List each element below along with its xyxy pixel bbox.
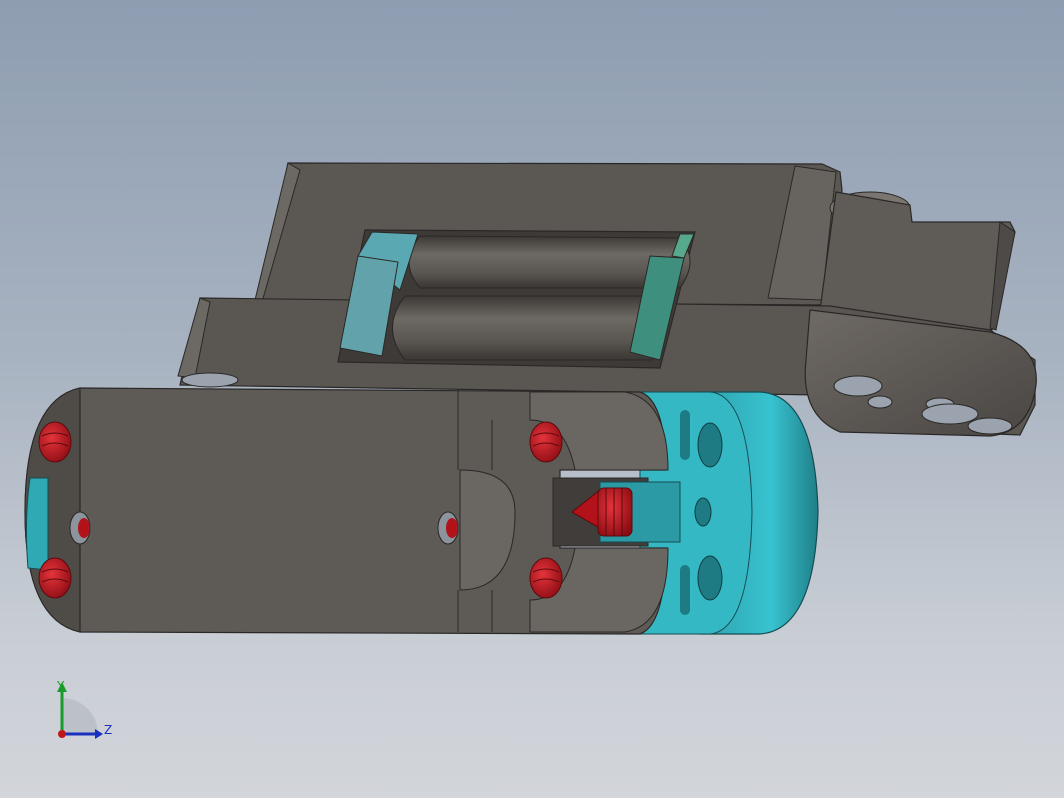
assembly-model[interactable]: [0, 0, 1064, 798]
screw-head[interactable]: [529, 421, 563, 463]
screw-head[interactable]: [529, 557, 563, 599]
cad-viewport[interactable]: Y Z: [0, 0, 1064, 798]
screw-head[interactable]: [38, 421, 72, 463]
triad-y-label: Y: [56, 679, 65, 693]
screw-head[interactable]: [446, 518, 458, 538]
screw-head[interactable]: [38, 557, 72, 599]
orientation-triad[interactable]: Y Z: [40, 676, 120, 756]
actuator-body[interactable]: [24, 387, 819, 635]
screw-head[interactable]: [78, 518, 90, 538]
triad-z-label: Z: [104, 723, 112, 737]
